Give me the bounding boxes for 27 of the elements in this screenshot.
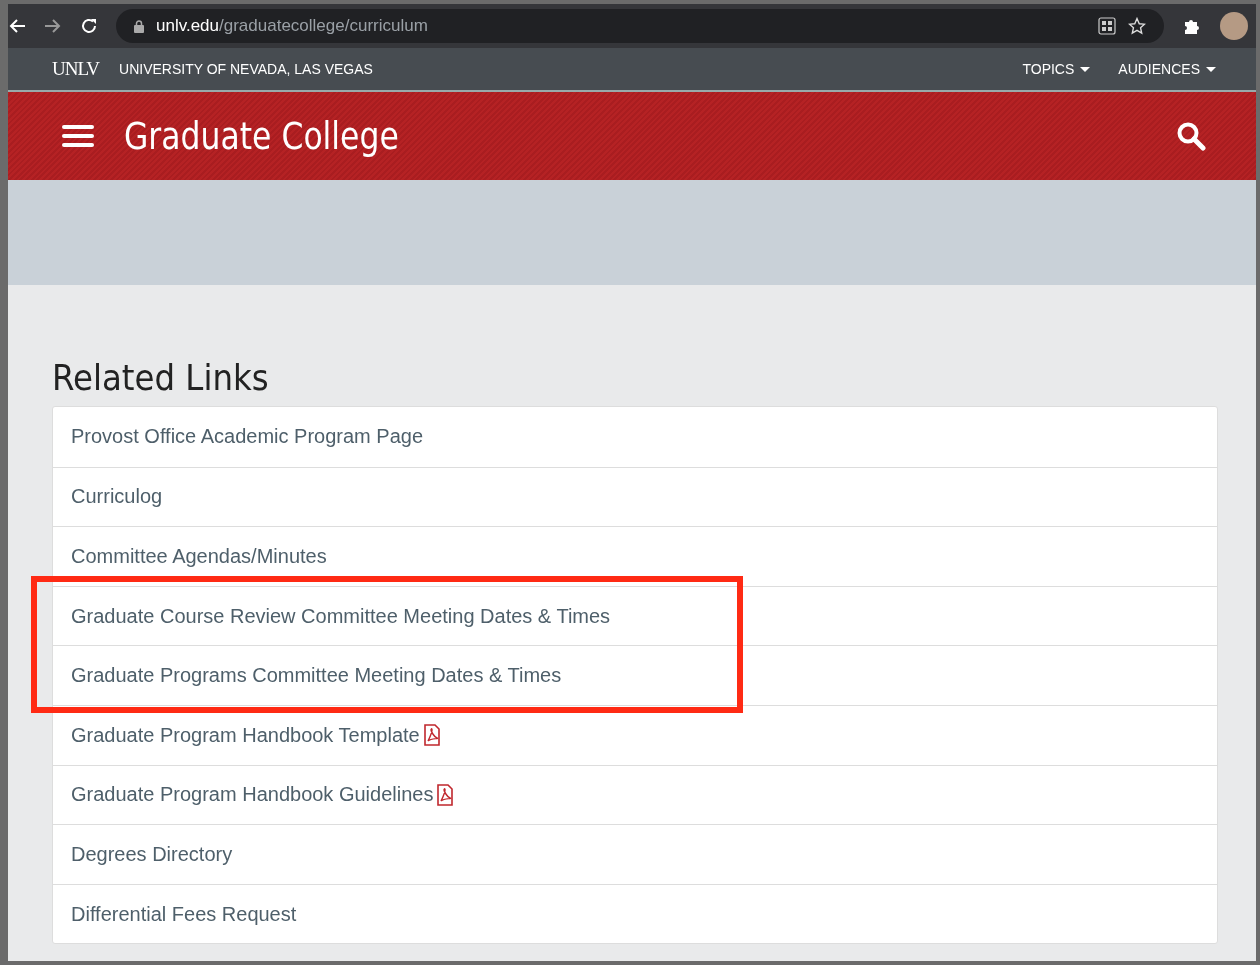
- forward-arrow-icon[interactable]: [44, 18, 62, 34]
- university-name[interactable]: UNIVERSITY OF NEVADA, LAS VEGAS: [119, 61, 373, 77]
- site-title[interactable]: Graduate College: [124, 114, 399, 158]
- caret-icon: [1206, 66, 1216, 72]
- reload-icon[interactable]: [80, 17, 98, 35]
- nav-menu-button[interactable]: AUDIENCES: [1118, 61, 1216, 77]
- nav-menu-button[interactable]: TOPICS: [1022, 61, 1091, 77]
- back-arrow-icon[interactable]: [8, 18, 26, 34]
- logo[interactable]: UNLV: [52, 58, 100, 80]
- avatar[interactable]: [1220, 12, 1248, 40]
- caret-icon: [1080, 66, 1091, 72]
- related-link[interactable]: Provost Office Academic Program Page: [53, 407, 1217, 467]
- related-link[interactable]: Graduate Programs Committee Meeting Dates & Times: [53, 645, 1217, 705]
- related-link[interactable]: Graduate Course Review Committee Meeting Dates & Times: [53, 585, 1217, 646]
- related-link[interactable]: Graduate Program Handbook Guidelines: [53, 764, 1217, 825]
- related-link[interactable]: Graduate Program Handbook Template: [53, 704, 1217, 765]
- section-heading: Related Links: [52, 357, 270, 398]
- address-bar[interactable]: unlv.edu/graduatecollege/curriculum: [116, 9, 1164, 43]
- menu-icon[interactable]: [62, 124, 94, 148]
- related-link[interactable]: Committee Agendas/Minutes: [53, 526, 1217, 586]
- search-icon[interactable]: [1176, 121, 1206, 151]
- related-link[interactable]: Degrees Directory: [53, 824, 1217, 884]
- related-link[interactable]: Curriculog: [53, 466, 1217, 527]
- grid-icon[interactable]: [1098, 17, 1116, 35]
- related-link[interactable]: Differential Fees Request: [53, 883, 1217, 944]
- star-icon[interactable]: [1128, 17, 1146, 35]
- lock-icon: [134, 19, 144, 33]
